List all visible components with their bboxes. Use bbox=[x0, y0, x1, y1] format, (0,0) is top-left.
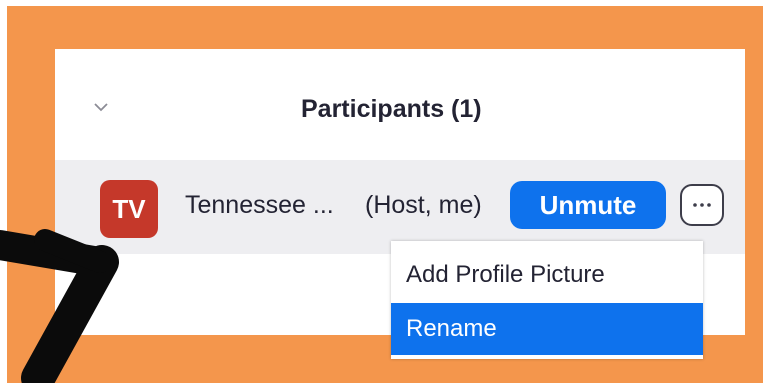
panel-title: Participants (1) bbox=[301, 95, 482, 123]
more-icon bbox=[693, 203, 711, 207]
participant-name: Tennessee ... bbox=[185, 191, 334, 219]
chevron-down-icon[interactable] bbox=[93, 99, 109, 115]
top-border bbox=[0, 0, 763, 6]
participant-row[interactable]: TV Tennessee ... (Host, me) Unmute bbox=[55, 160, 745, 254]
participant-menu: Add Profile Picture Rename bbox=[391, 241, 703, 359]
unmute-button[interactable]: Unmute bbox=[510, 181, 666, 229]
menu-item-add-profile-picture[interactable]: Add Profile Picture bbox=[391, 249, 703, 301]
participant-role: (Host, me) bbox=[365, 191, 482, 219]
left-border bbox=[0, 0, 7, 383]
more-options-button[interactable] bbox=[680, 184, 724, 226]
avatar: TV bbox=[100, 180, 158, 238]
menu-item-rename[interactable]: Rename bbox=[391, 303, 703, 355]
